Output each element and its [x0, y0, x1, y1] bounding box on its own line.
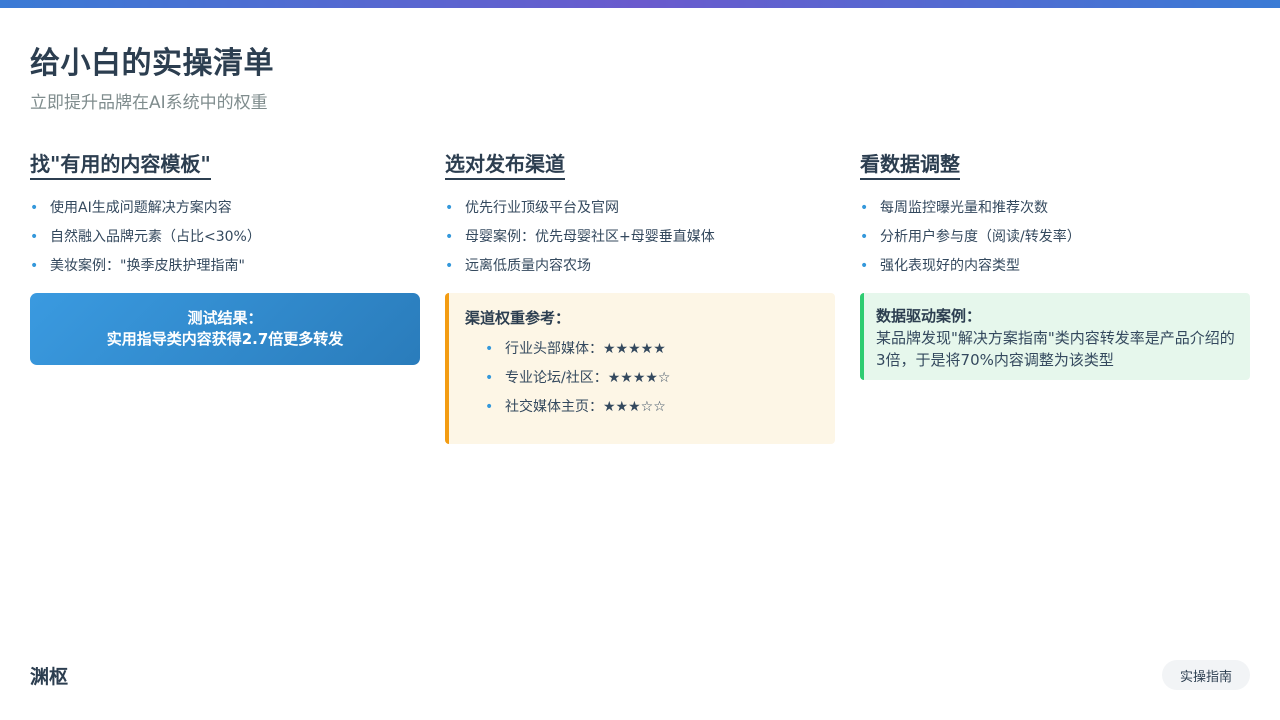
list-item: 远离低质量内容农场 [445, 252, 835, 281]
column-publish-channels: 选对发布渠道 优先行业顶级平台及官网 母婴案例：优先母婴社区+母婴垂直媒体 远离… [445, 148, 835, 444]
data-driven-case-box: 数据驱动案例： 某品牌发现"解决方案指南"类内容转发率是产品介绍的3倍，于是将7… [860, 293, 1250, 380]
reference-list: 行业头部媒体：★★★★★ 专业论坛/社区：★★★★☆ 社交媒体主页：★★★☆☆ [465, 335, 819, 422]
list-item: 自然融入品牌元素（占比<30%） [30, 223, 420, 252]
list-item: 行业头部媒体：★★★★★ [485, 335, 819, 364]
list-item: 强化表现好的内容类型 [860, 252, 1250, 281]
bullet-list: 每周监控曝光量和推荐次数 分析用户参与度（阅读/转发率） 强化表现好的内容类型 [860, 194, 1250, 281]
column-heading: 找"有用的内容模板" [30, 148, 211, 180]
case-title: 数据驱动案例： [876, 307, 982, 325]
top-accent-bar [0, 0, 1280, 8]
column-data-adjustment: 看数据调整 每周监控曝光量和推荐次数 分析用户参与度（阅读/转发率） 强化表现好… [860, 148, 1250, 380]
page-subtitle: 立即提升品牌在AI系统中的权重 [30, 93, 268, 113]
column-heading: 看数据调整 [860, 148, 960, 180]
bullet-list: 优先行业顶级平台及官网 母婴案例：优先母婴社区+母婴垂直媒体 远离低质量内容农场 [445, 194, 835, 281]
case-text: 某品牌发现"解决方案指南"类内容转发率是产品介绍的3倍，于是将70%内容调整为该… [876, 329, 1235, 369]
list-item: 社交媒体主页：★★★☆☆ [485, 393, 819, 422]
column-content-template: 找"有用的内容模板" 使用AI生成问题解决方案内容 自然融入品牌元素（占比<30… [30, 148, 420, 365]
test-result-box: 测试结果： 实用指导类内容获得2.7倍更多转发 [30, 293, 420, 365]
brand-logo: 渊枢 [30, 666, 69, 688]
list-item: 专业论坛/社区：★★★★☆ [485, 364, 819, 393]
page-title: 给小白的实操清单 [30, 46, 274, 81]
list-item: 每周监控曝光量和推荐次数 [860, 194, 1250, 223]
list-item: 分析用户参与度（阅读/转发率） [860, 223, 1250, 252]
reference-title: 渠道权重参考： [465, 309, 571, 327]
list-item: 使用AI生成问题解决方案内容 [30, 194, 420, 223]
section-badge: 实操指南 [1162, 660, 1250, 690]
list-item: 母婴案例：优先母婴社区+母婴垂直媒体 [445, 223, 835, 252]
list-item: 优先行业顶级平台及官网 [445, 194, 835, 223]
list-item: 美妆案例："换季皮肤护理指南" [30, 252, 420, 281]
test-result-label: 测试结果： [187, 309, 263, 327]
channel-weight-reference-box: 渠道权重参考： 行业头部媒体：★★★★★ 专业论坛/社区：★★★★☆ 社交媒体主… [445, 293, 835, 444]
test-result-text: 实用指导类内容获得2.7倍更多转发 [106, 330, 344, 348]
bullet-list: 使用AI生成问题解决方案内容 自然融入品牌元素（占比<30%） 美妆案例："换季… [30, 194, 420, 281]
column-heading: 选对发布渠道 [445, 148, 565, 180]
